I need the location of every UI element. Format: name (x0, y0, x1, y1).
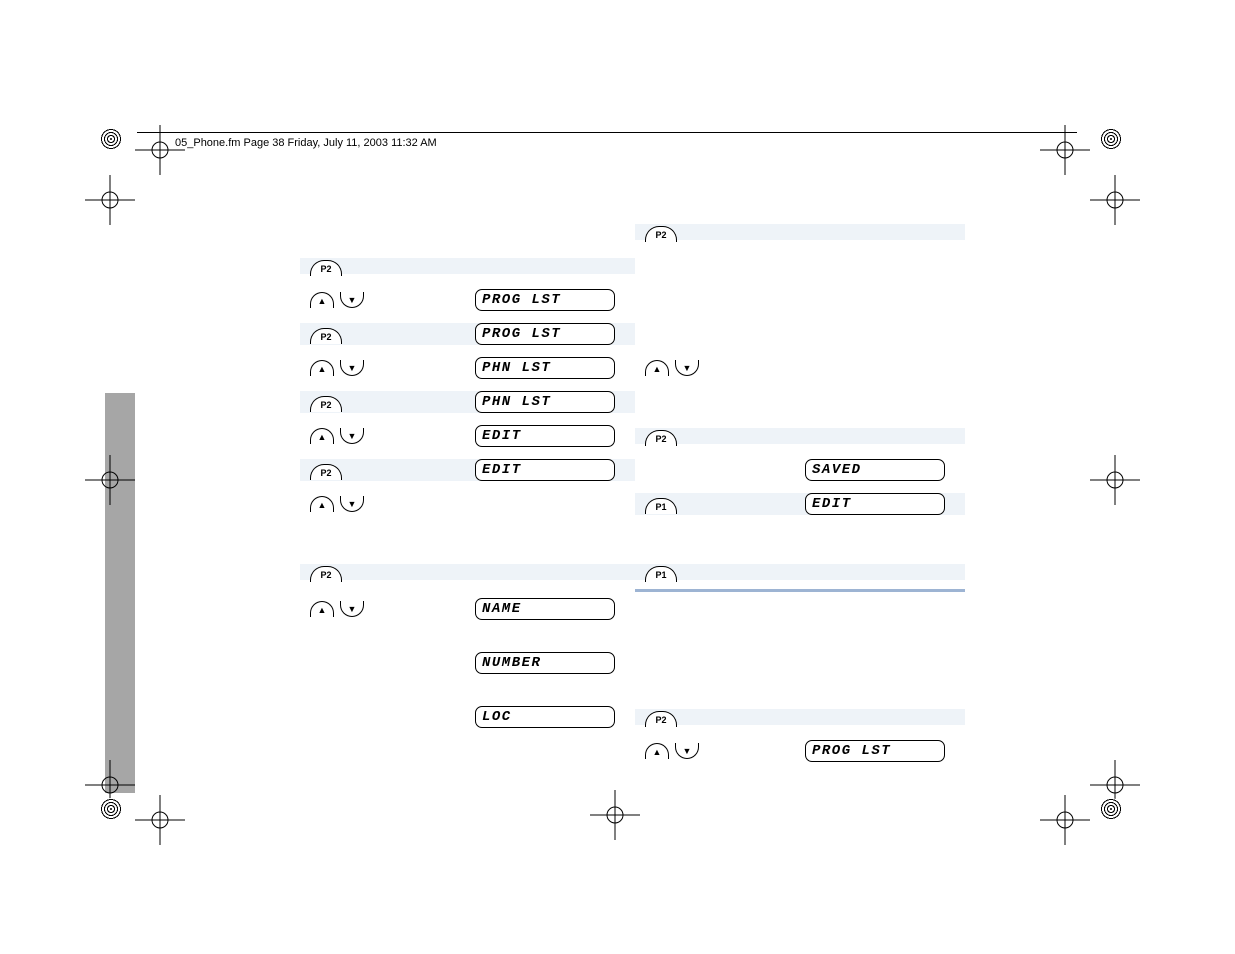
down-arrow-button[interactable]: ▼ (675, 360, 699, 376)
lcd-display: EDIT (475, 459, 615, 481)
down-arrow-button[interactable]: ▼ (340, 360, 364, 376)
up-arrow-button[interactable]: ▲ (310, 496, 334, 512)
registration-ball-icon (100, 798, 122, 820)
up-arrow-button[interactable]: ▲ (645, 360, 669, 376)
lcd-display: NAME (475, 598, 615, 620)
crop-mark-icon (135, 795, 185, 845)
p2-button[interactable]: P2 (310, 464, 342, 480)
lcd-display: LOC (475, 706, 615, 728)
registration-ball-icon (1100, 128, 1122, 150)
lcd-display: PROG LST (475, 289, 615, 311)
down-arrow-button[interactable]: ▼ (340, 292, 364, 308)
crop-mark-icon (85, 455, 135, 505)
p2-button[interactable]: P2 (645, 711, 677, 727)
lcd-display: EDIT (805, 493, 945, 515)
lcd-display: PROG LST (805, 740, 945, 762)
header-rule (137, 132, 1077, 133)
lcd-display: PHN LST (475, 357, 615, 379)
p2-button[interactable]: P2 (310, 260, 342, 276)
p2-button[interactable]: P2 (645, 226, 677, 242)
crop-mark-icon (1040, 795, 1090, 845)
up-arrow-button[interactable]: ▲ (310, 601, 334, 617)
registration-ball-icon (100, 128, 122, 150)
down-arrow-button[interactable]: ▼ (675, 743, 699, 759)
lcd-display: NUMBER (475, 652, 615, 674)
p2-button[interactable]: P2 (310, 396, 342, 412)
content-area: P2 P2 ▲ ▼ PROG LST P2 PROG LST ▲ ▼ PHN L… (300, 215, 965, 768)
p2-button[interactable]: P2 (645, 430, 677, 446)
registration-ball-icon (1100, 798, 1122, 820)
down-arrow-button[interactable]: ▼ (340, 496, 364, 512)
p2-button[interactable]: P2 (310, 328, 342, 344)
p1-button[interactable]: P1 (645, 566, 677, 582)
crop-mark-icon (85, 175, 135, 225)
up-arrow-button[interactable]: ▲ (310, 360, 334, 376)
up-arrow-button[interactable]: ▲ (645, 743, 669, 759)
lcd-display: SAVED (805, 459, 945, 481)
lcd-display: PROG LST (475, 323, 615, 345)
crop-mark-icon (1090, 455, 1140, 505)
up-arrow-button[interactable]: ▲ (310, 292, 334, 308)
down-arrow-button[interactable]: ▼ (340, 601, 364, 617)
crop-mark-icon (1090, 175, 1140, 225)
lcd-display: EDIT (475, 425, 615, 447)
page-header: 05_Phone.fm Page 38 Friday, July 11, 200… (175, 137, 437, 149)
crop-mark-icon (590, 790, 640, 840)
p1-button[interactable]: P1 (645, 498, 677, 514)
margin-strip (105, 393, 135, 793)
down-arrow-button[interactable]: ▼ (340, 428, 364, 444)
up-arrow-button[interactable]: ▲ (310, 428, 334, 444)
p2-button[interactable]: P2 (310, 566, 342, 582)
lcd-display: PHN LST (475, 391, 615, 413)
